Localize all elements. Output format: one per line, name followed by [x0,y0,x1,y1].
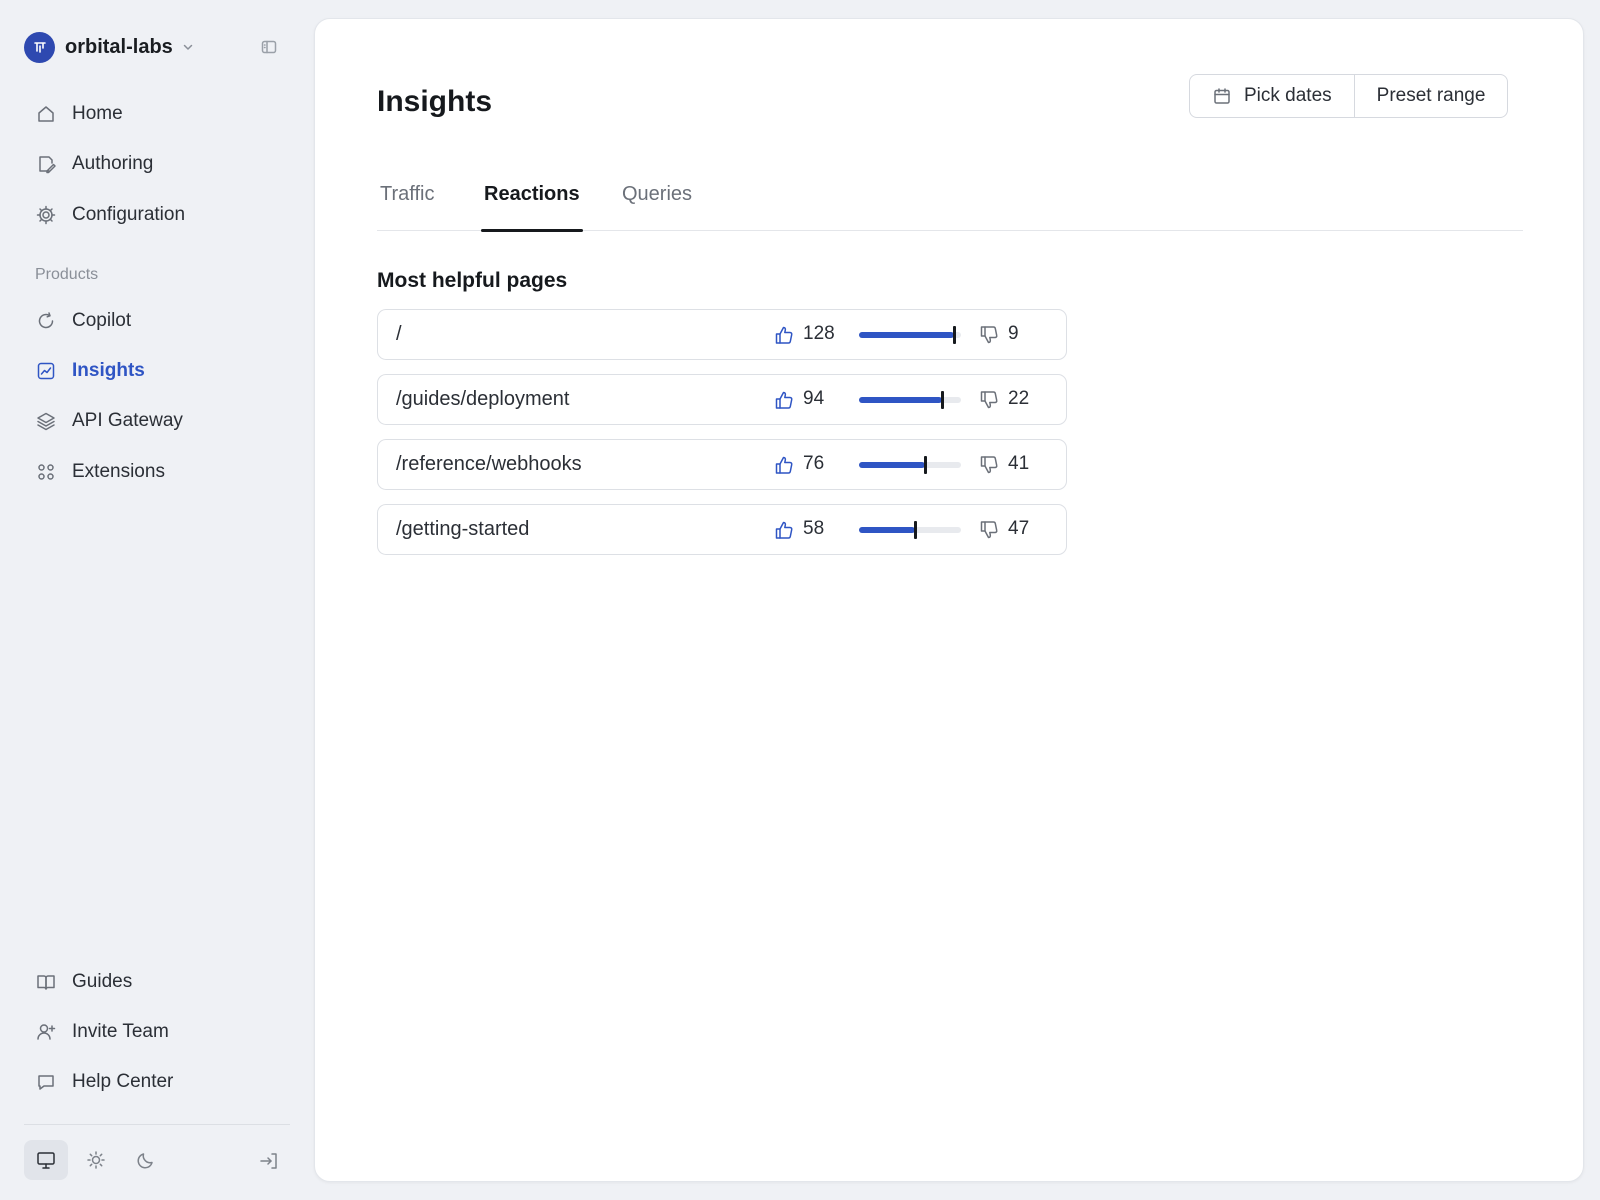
helpful-ratio-marker [952,326,956,344]
helpful-ratio-marker [940,391,944,409]
grid-icon [35,461,57,483]
sun-icon [87,1151,105,1169]
sidebar-item-label: Help Center [72,1071,174,1092]
layers-icon [35,410,57,432]
pick-dates-button[interactable]: Pick dates [1190,75,1354,117]
page-path: /reference/webhooks [396,453,582,475]
helpful-ratio-marker [924,456,928,474]
helpful-ratio-marker [914,521,918,539]
main-panel: Insights Pick dates Preset range Traffic… [314,18,1584,1182]
sidebar-item-label: Authoring [72,153,154,174]
sidebar: orbital-labs Home Authoring Configuratio… [0,0,310,1200]
date-range-controls: Pick dates Preset range [1189,74,1509,118]
thumbs-up-icon [773,519,795,541]
chevron-down-icon [181,40,195,54]
tab-traffic[interactable]: Traffic [380,183,434,231]
sidebar-item-extensions[interactable]: Extensions [24,452,288,492]
sidebar-item-invite-team[interactable]: Invite Team [24,1012,288,1052]
helpful-ratio-fill [859,527,916,533]
calendar-icon [1212,86,1232,106]
sidebar-item-label: Home [72,103,123,124]
user-plus-icon [35,1021,57,1043]
helpful-ratio-bar [859,326,961,344]
sidebar-item-api-gateway[interactable]: API Gateway [24,401,288,441]
not-helpful-count: 22 [1008,388,1030,409]
moon-icon [137,1153,153,1169]
book-icon [35,971,57,993]
thumbs-up-icon [773,389,795,411]
org-name: orbital-labs [65,35,173,58]
org-avatar [24,31,55,63]
list-item[interactable]: /guides/deployment 94 22 [377,374,1067,425]
sidebar-item-label: Insights [72,360,145,381]
theme-dark-button[interactable] [124,1140,168,1180]
sidebar-divider [24,1124,290,1125]
helpful-count: 58 [803,518,825,539]
chart-icon [35,360,57,382]
home-icon [35,103,57,125]
sidebar-item-label: Invite Team [72,1021,169,1042]
section-title: Most helpful pages [377,269,568,292]
gear-icon [35,204,57,226]
helpful-ratio-bar [859,456,961,474]
products-section-label: Products [35,266,99,283]
not-helpful-count: 47 [1008,518,1030,539]
refresh-icon [35,310,57,332]
sidebar-item-help-center[interactable]: Help Center [24,1062,288,1102]
helpful-count: 76 [803,453,825,474]
sidebar-toggle-icon[interactable] [259,37,279,57]
sidebar-item-label: Copilot [72,310,132,331]
org-switcher[interactable]: orbital-labs [24,30,195,64]
thumbs-up-icon [773,324,795,346]
insights-tabs: Traffic Reactions Queries [377,159,1523,232]
page-path: /guides/deployment [396,388,570,410]
org-logo-icon [33,42,46,53]
logout-icon[interactable] [258,1150,280,1172]
edit-icon [35,153,57,175]
preset-range-label: Preset range [1376,85,1486,106]
helpful-ratio-bar [859,391,961,409]
sidebar-item-configuration[interactable]: Configuration [24,195,288,235]
chat-icon [35,1071,57,1093]
helpful-ratio-bar [859,521,961,539]
pick-dates-label: Pick dates [1244,85,1332,106]
sidebar-item-copilot[interactable]: Copilot [24,301,288,341]
page-path: / [396,323,402,345]
sidebar-item-guides[interactable]: Guides [24,962,288,1002]
sidebar-item-authoring[interactable]: Authoring [24,144,288,184]
sidebar-item-label: Configuration [72,204,186,225]
not-helpful-count: 41 [1008,453,1030,474]
list-item[interactable]: / 128 9 [377,309,1067,360]
sidebar-item-label: Extensions [72,461,165,482]
sidebar-item-home[interactable]: Home [24,94,288,134]
page-path: /getting-started [396,518,530,540]
thumbs-down-icon [978,454,1000,476]
list-item[interactable]: /reference/webhooks 76 41 [377,439,1067,490]
thumbs-down-icon [978,324,1000,346]
monitor-icon [37,1152,55,1169]
sidebar-item-label: API Gateway [72,410,183,431]
helpful-ratio-fill [859,462,926,468]
helpful-count: 128 [803,323,835,344]
helpful-ratio-fill [859,332,954,338]
theme-system-button[interactable] [24,1140,68,1180]
theme-light-button[interactable] [74,1140,118,1180]
tab-queries[interactable]: Queries [622,183,692,231]
sidebar-item-label: Guides [72,971,133,992]
thumbs-up-icon [773,454,795,476]
preset-range-button[interactable]: Preset range [1353,75,1508,117]
list-item[interactable]: /getting-started 58 47 [377,504,1067,555]
not-helpful-count: 9 [1008,323,1019,344]
page-title: Insights [377,85,493,118]
helpful-ratio-fill [859,397,942,403]
tab-reactions[interactable]: Reactions [481,183,583,232]
thumbs-down-icon [978,389,1000,411]
helpful-count: 94 [803,388,825,409]
sidebar-item-insights[interactable]: Insights [24,351,288,391]
thumbs-down-icon [978,519,1000,541]
